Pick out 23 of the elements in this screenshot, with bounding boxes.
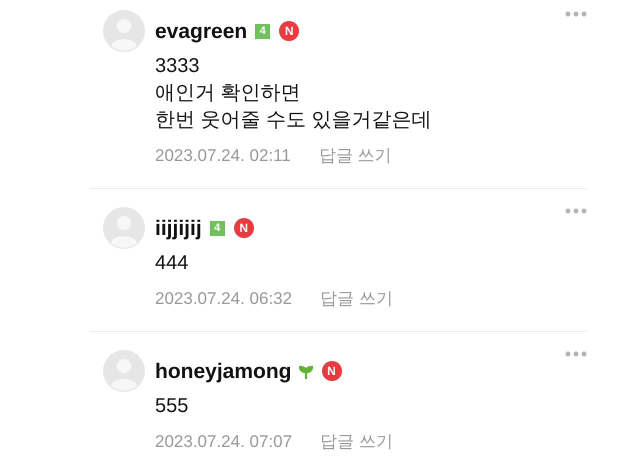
comment-date: 2023.07.24. 06:32	[155, 288, 292, 310]
author-name[interactable]: honeyjamong	[155, 360, 292, 382]
n-badge: N	[279, 21, 300, 41]
level-badge: 4	[255, 24, 270, 38]
n-badge: N	[234, 218, 254, 238]
comment-text: 555	[155, 394, 190, 419]
comment-text: 애인거 확인하면	[155, 81, 302, 106]
comment-date: 2023.07.24. 02:11	[155, 145, 291, 168]
comment-date: 2023.07.24. 07:07	[155, 431, 292, 454]
comment-text: 3333	[155, 54, 200, 79]
author-name[interactable]: evagreen	[155, 20, 248, 42]
avatar-icon	[103, 207, 145, 249]
sprout-icon	[298, 364, 313, 378]
comment-text: 444	[155, 251, 190, 276]
comment-text: 한번 웃어줄 수도 있을거같은데	[155, 108, 433, 133]
n-badge: N	[322, 361, 342, 381]
more-icon[interactable]	[565, 208, 587, 214]
avatar-icon	[103, 350, 145, 392]
avatar-icon	[103, 10, 145, 52]
author-name[interactable]: iijjijij	[155, 218, 202, 238]
level-badge: 4	[210, 220, 225, 236]
more-icon[interactable]	[565, 11, 587, 17]
more-icon[interactable]	[565, 351, 587, 357]
